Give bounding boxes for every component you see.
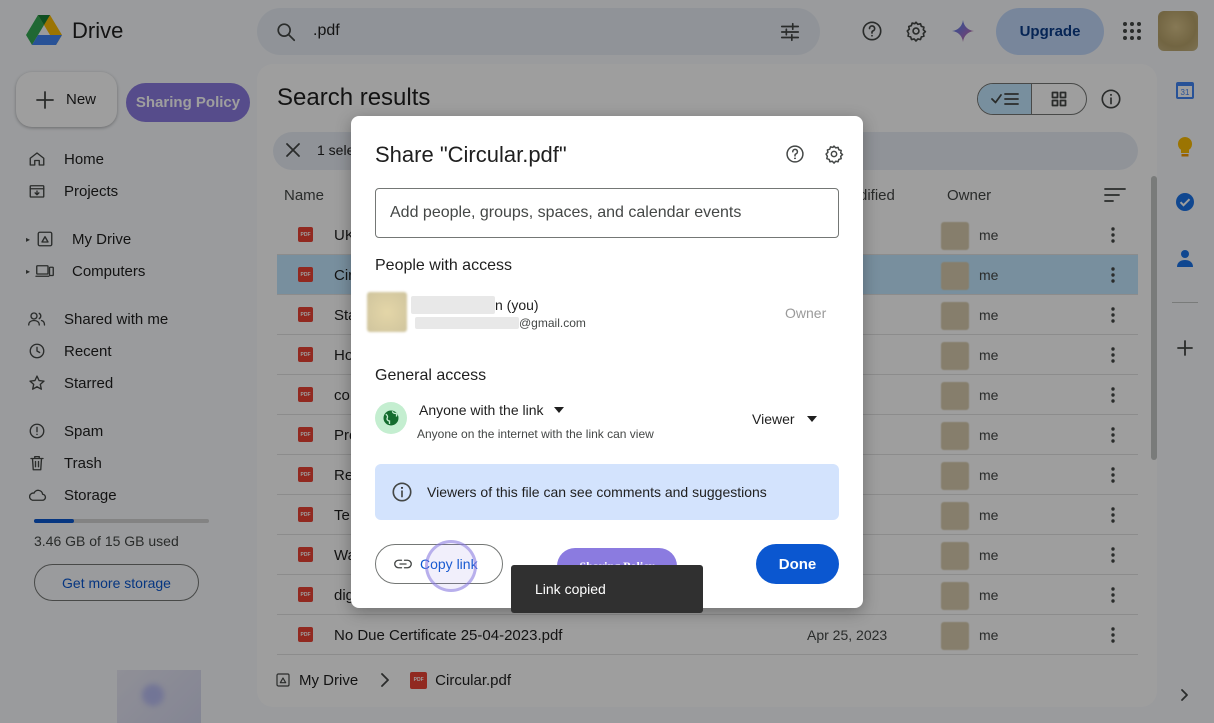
globe-icon	[375, 402, 407, 434]
info-icon	[392, 482, 412, 502]
caret-down-icon	[553, 407, 564, 413]
people-with-access-heading: People with access	[375, 257, 512, 274]
person-role: Owner	[785, 305, 827, 321]
click-ripple	[425, 540, 477, 592]
person-name: n (you)	[411, 296, 539, 314]
general-access-value: Anyone with the link	[419, 402, 544, 418]
help-icon[interactable]	[785, 144, 805, 164]
person-name-suffix: n (you)	[495, 297, 539, 313]
role-dropdown[interactable]: Viewer	[752, 411, 817, 427]
redacted-email	[415, 317, 519, 329]
toast-notification: Link copied	[511, 565, 703, 613]
info-banner: Viewers of this file can see comments an…	[375, 464, 839, 520]
general-access-dropdown[interactable]: Anyone with the link	[419, 402, 564, 418]
done-button[interactable]: Done	[756, 544, 839, 584]
person-email-suffix: @gmail.com	[519, 316, 586, 330]
add-people-input[interactable]: Add people, groups, spaces, and calendar…	[375, 188, 839, 238]
dialog-title: Share "Circular.pdf"	[375, 142, 567, 167]
link-icon	[394, 559, 412, 569]
settings-icon[interactable]	[824, 144, 844, 164]
person-email: @gmail.com	[415, 316, 586, 330]
info-banner-text: Viewers of this file can see comments an…	[427, 484, 767, 500]
share-dialog: Share "Circular.pdf" Add people, groups,…	[351, 116, 863, 608]
general-access-heading: General access	[375, 367, 487, 384]
person-avatar	[367, 292, 407, 332]
redacted-name	[411, 296, 495, 314]
general-access-description: Anyone on the internet with the link can…	[417, 427, 654, 441]
role-value: Viewer	[752, 411, 795, 427]
caret-down-icon	[806, 416, 817, 422]
